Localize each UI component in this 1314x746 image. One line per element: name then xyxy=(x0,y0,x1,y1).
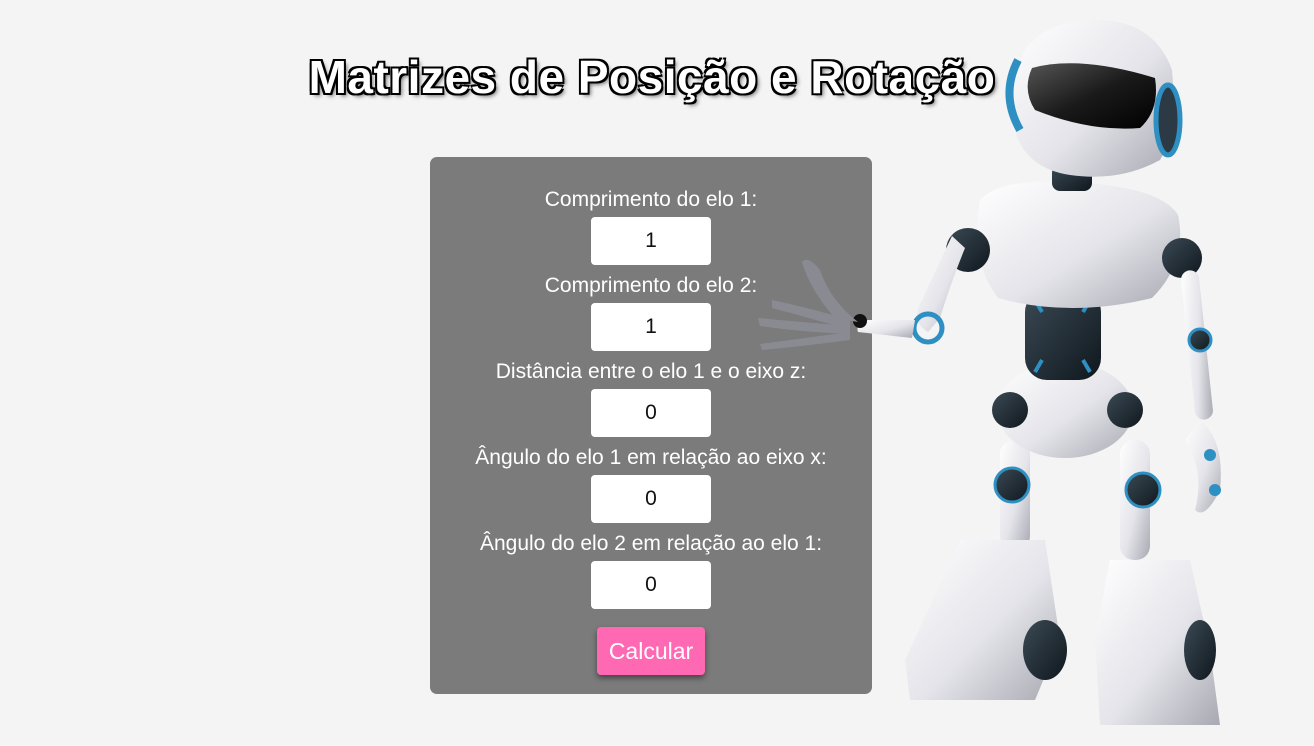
page-title: Matrizes de Posição e Rotação xyxy=(308,51,996,103)
link1-z-distance-input[interactable] xyxy=(591,389,711,437)
calculate-button[interactable]: Calcular xyxy=(597,627,705,675)
link2-angle-input[interactable] xyxy=(591,561,711,609)
robot-illustration xyxy=(758,20,1221,725)
page: Matrizes de Posição e Rotação Compriment… xyxy=(0,0,1314,746)
link2-length-input[interactable] xyxy=(591,303,711,351)
link1-length-input[interactable] xyxy=(591,217,711,265)
link1-angle-input[interactable] xyxy=(591,475,711,523)
